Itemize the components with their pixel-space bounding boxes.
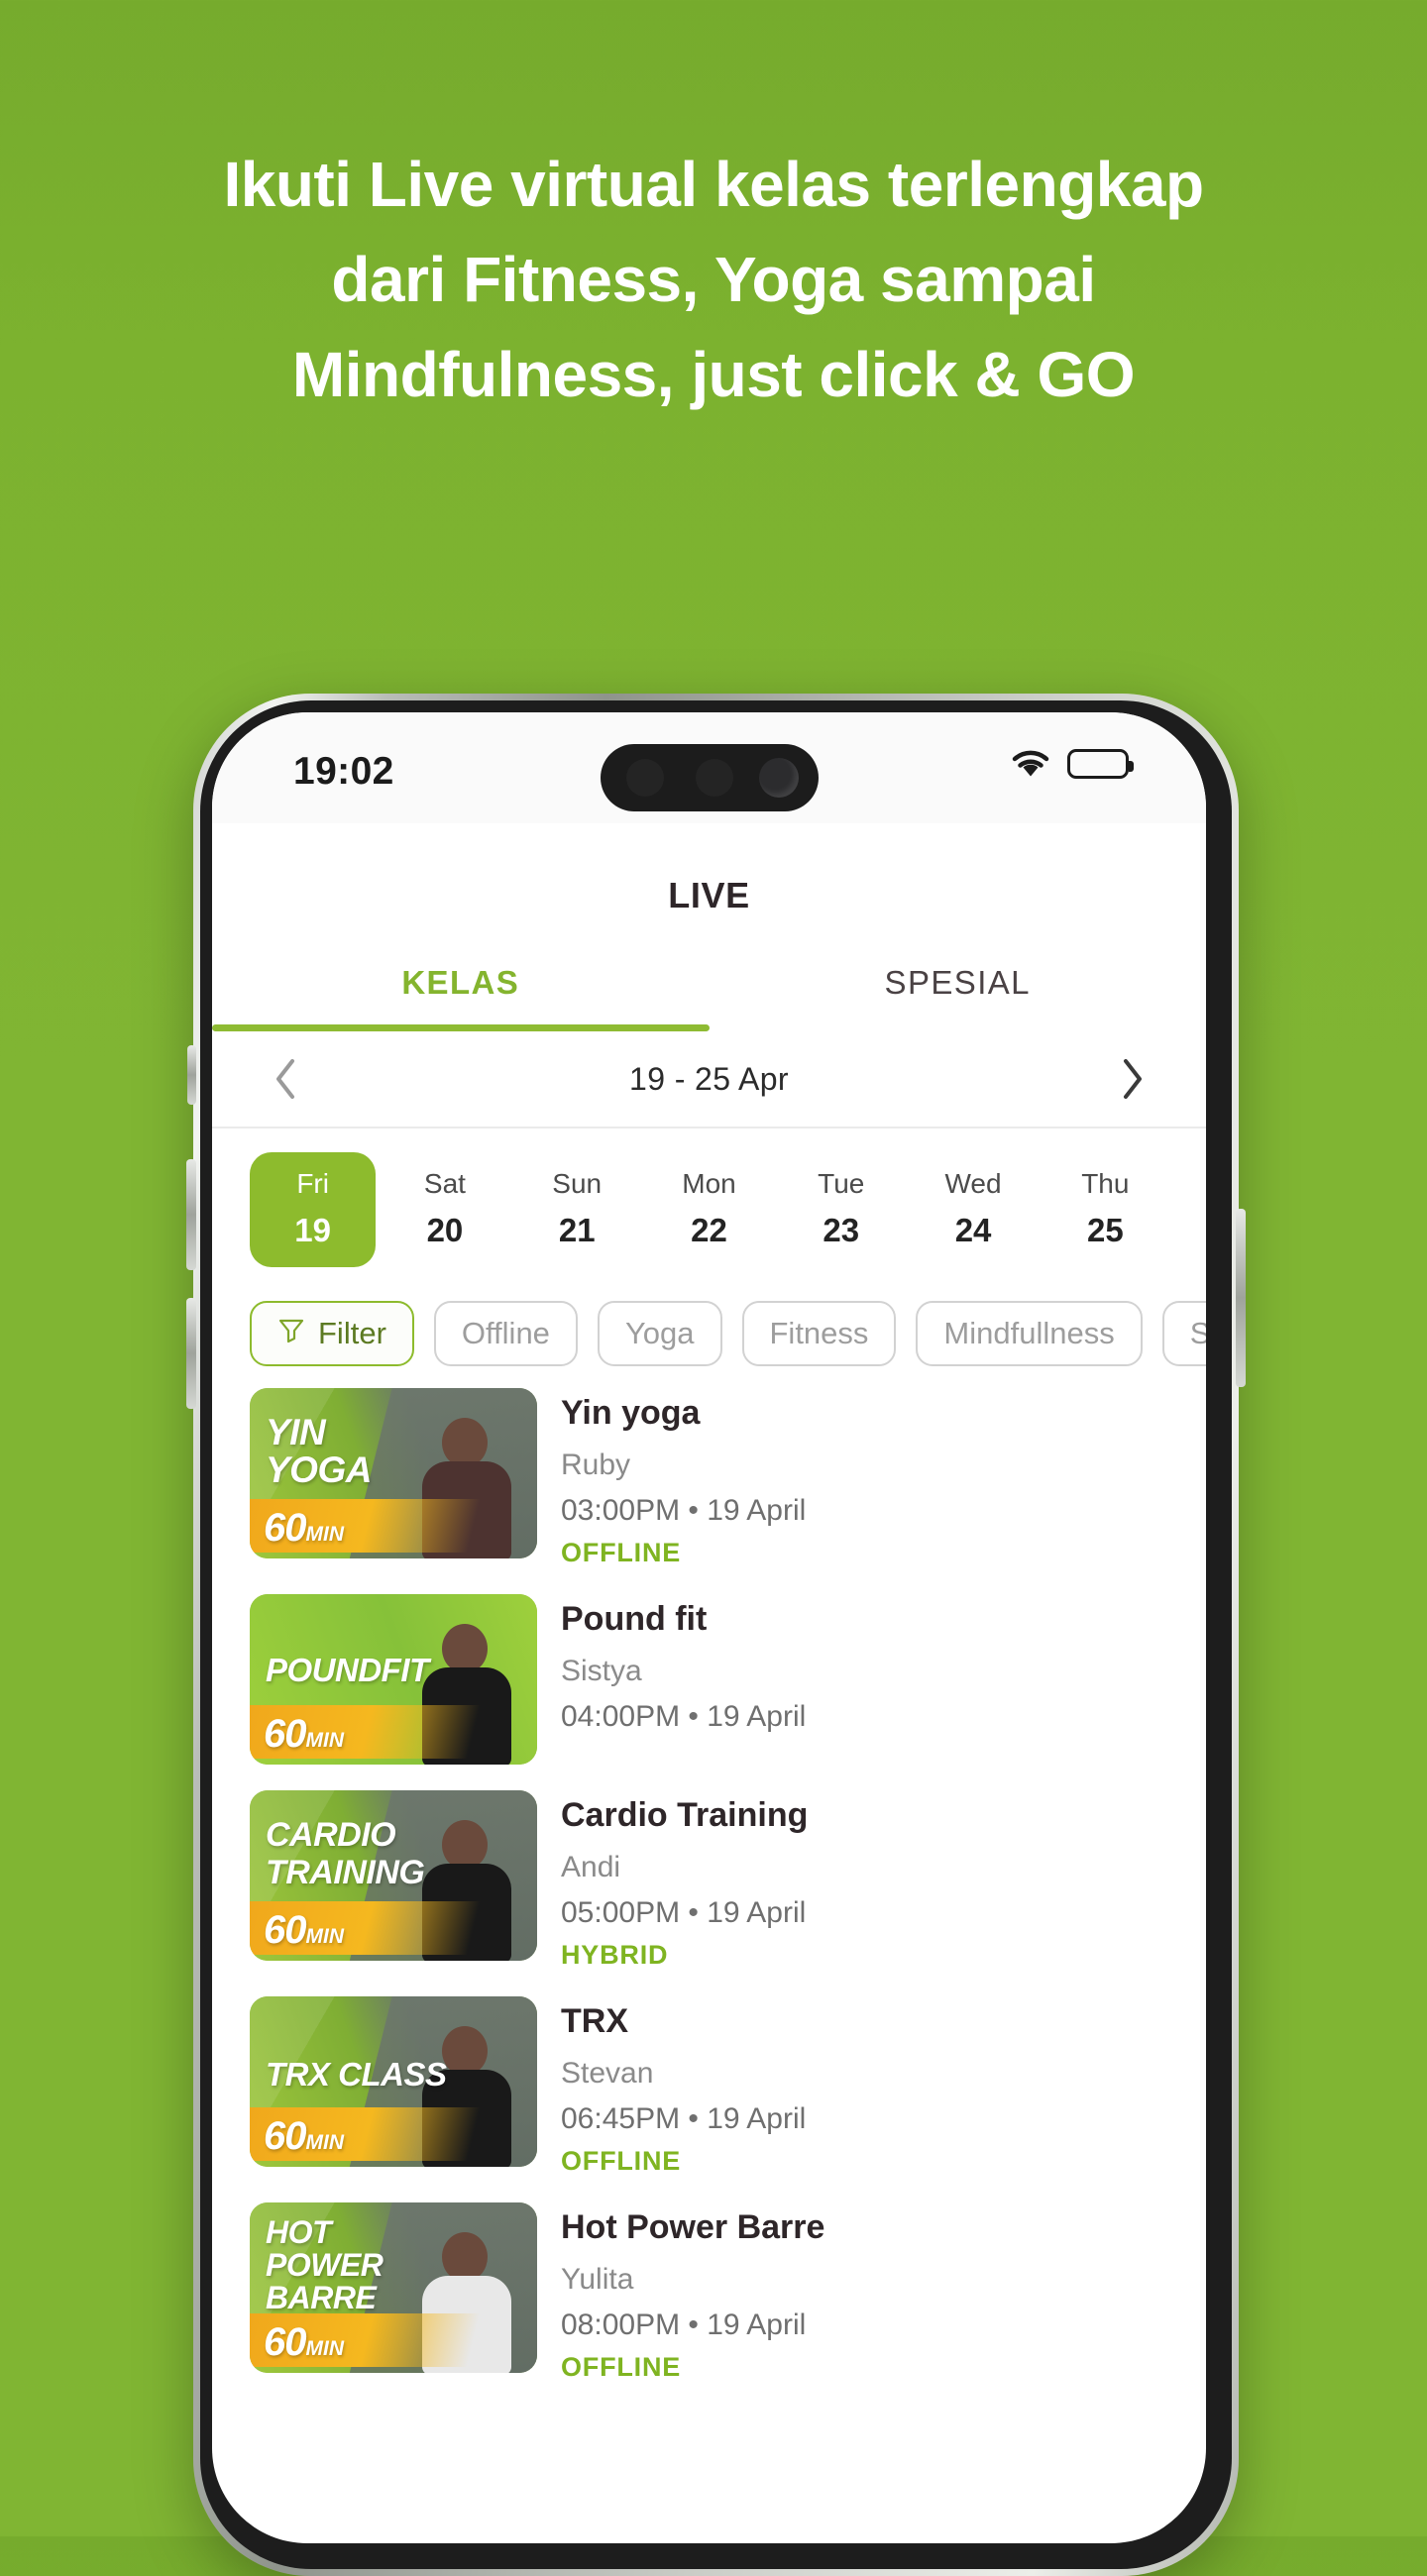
class-name: Pound fit bbox=[561, 1600, 708, 1638]
class-list: YIN YOGA 60MIN Yin yoga Ruby 03:00PM • 19… bbox=[212, 1388, 1206, 2383]
chevron-left-icon[interactable] bbox=[264, 1057, 307, 1101]
day-number: 21 bbox=[558, 1212, 596, 1248]
thumbnail-duration: 60MIN bbox=[264, 1506, 344, 1550]
list-item[interactable]: YIN YOGA 60MIN Yin yoga Ruby 03:00PM • 19… bbox=[250, 1388, 1206, 1568]
battery-icon bbox=[1067, 749, 1134, 779]
list-item[interactable]: POUNDFIT 60MIN Pound fit Sistya 04:00PM … bbox=[250, 1594, 1206, 1765]
day-number: 20 bbox=[426, 1212, 464, 1248]
chip-mindfullness[interactable]: Mindfullness bbox=[916, 1301, 1143, 1366]
thumbnail-duration: 60MIN bbox=[264, 2320, 344, 2364]
class-time: 08:00PM • 19 April bbox=[561, 2308, 807, 2341]
list-item[interactable]: CARDIO TRAINING 60MIN Cardio Training And… bbox=[250, 1790, 1206, 1971]
list-item[interactable]: TRX CLASS 60MIN TRX Stevan 06:45PM • 19 … bbox=[250, 1996, 1206, 2177]
filter-label: Filter bbox=[318, 1316, 386, 1350]
class-thumbnail: TRX CLASS 60MIN bbox=[250, 1996, 537, 2167]
day-item-mon[interactable]: Mon 22 bbox=[646, 1152, 772, 1267]
day-label: Sat bbox=[423, 1168, 466, 1199]
day-number: 25 bbox=[1086, 1212, 1124, 1248]
thumbnail-title: POUNDFIT bbox=[266, 1652, 429, 1688]
week-range-label: 19 - 25 Apr bbox=[629, 1060, 789, 1097]
class-instructor: Yulita bbox=[561, 2263, 634, 2296]
volume-up-button[interactable] bbox=[186, 1159, 196, 1270]
status-badge: HYBRID bbox=[561, 1940, 669, 1970]
dynamic-island bbox=[600, 744, 819, 811]
day-label: Fri bbox=[296, 1168, 329, 1199]
class-time: 06:45PM • 19 April bbox=[561, 2102, 807, 2135]
day-item-tue[interactable]: Tue 23 bbox=[778, 1152, 904, 1267]
day-item-sun[interactable]: Sun 21 bbox=[514, 1152, 640, 1267]
tab-bar: KELAS SPESIAL bbox=[212, 964, 1206, 1031]
tab-active-indicator bbox=[212, 1024, 710, 1031]
thumbnail-title: TRX CLASS bbox=[266, 2056, 447, 2093]
day-label: Thu bbox=[1081, 1168, 1130, 1199]
day-number: 19 bbox=[294, 1212, 331, 1248]
status-indicators bbox=[1010, 748, 1134, 780]
chevron-right-icon[interactable] bbox=[1111, 1057, 1154, 1101]
headline-line-2: dari Fitness, Yoga sampai bbox=[331, 244, 1096, 315]
power-button[interactable] bbox=[1236, 1209, 1246, 1387]
class-thumbnail: HOT POWER BARRE 60MIN bbox=[250, 2202, 537, 2373]
chip-fitness[interactable]: Fitness bbox=[741, 1301, 897, 1366]
day-label: Mon bbox=[682, 1168, 736, 1199]
day-label: Wed bbox=[944, 1168, 1002, 1199]
volume-down-button[interactable] bbox=[186, 1298, 196, 1409]
class-name: Yin yoga bbox=[561, 1394, 701, 1432]
class-instructor: Stevan bbox=[561, 2057, 654, 2090]
day-item-sat[interactable]: Sat 20 bbox=[382, 1152, 507, 1267]
filter-button[interactable]: Filter bbox=[250, 1301, 414, 1366]
face-id-dot-icon bbox=[695, 759, 733, 797]
mute-switch-button[interactable] bbox=[187, 1045, 196, 1105]
thumbnail-title: HOT POWER BARRE bbox=[266, 2214, 384, 2315]
chip-skill[interactable]: Sk bbox=[1161, 1301, 1206, 1366]
thumbnail-duration: 60MIN bbox=[264, 1712, 344, 1756]
thumbnail-title: CARDIO TRAINING bbox=[266, 1816, 425, 1891]
headline-line-3: Mindfulness, just click & GO bbox=[291, 339, 1136, 410]
status-badge: OFFLINE bbox=[561, 2352, 682, 2382]
class-instructor: Andi bbox=[561, 1851, 621, 1883]
chip-yoga[interactable]: Yoga bbox=[597, 1301, 722, 1366]
class-name: TRX bbox=[561, 2002, 628, 2040]
day-number: 24 bbox=[954, 1212, 992, 1248]
week-navigator: 19 - 25 Apr bbox=[212, 1031, 1206, 1128]
front-camera-icon bbox=[758, 758, 799, 798]
day-number: 23 bbox=[823, 1212, 860, 1248]
class-thumbnail: YIN YOGA 60MIN bbox=[250, 1388, 537, 1558]
phone-screen: 19:02 LIVE KELAS SPESIAL 19 - 25 Apr Fri… bbox=[212, 712, 1206, 2543]
filter-icon bbox=[277, 1316, 305, 1351]
day-item-fri[interactable]: Fri 19 bbox=[250, 1152, 377, 1267]
class-time: 03:00PM • 19 April bbox=[561, 1494, 807, 1527]
class-name: Hot Power Barre bbox=[561, 2208, 825, 2246]
day-selector: Fri 19 Sat 20 Sun 21 Mon 22 Tue 23 Wed 2… bbox=[212, 1128, 1206, 1289]
class-instructor: Sistya bbox=[561, 1655, 642, 1687]
day-item-thu[interactable]: Thu 25 bbox=[1043, 1152, 1168, 1267]
class-thumbnail: POUNDFIT 60MIN bbox=[250, 1594, 537, 1765]
tab-kelas[interactable]: KELAS bbox=[212, 964, 710, 1031]
headline-line-1: Ikuti Live virtual kelas terlengkap bbox=[223, 149, 1204, 220]
sensor-dot-icon bbox=[625, 759, 664, 797]
day-label: Sun bbox=[552, 1168, 603, 1199]
chip-offline[interactable]: Offline bbox=[433, 1301, 578, 1366]
list-item[interactable]: HOT POWER BARRE 60MIN Hot Power Barre Yuli… bbox=[250, 2202, 1206, 2383]
thumbnail-title: YIN YOGA bbox=[266, 1412, 372, 1490]
day-item-wed[interactable]: Wed 24 bbox=[910, 1152, 1036, 1267]
phone-mockup: 19:02 LIVE KELAS SPESIAL 19 - 25 Apr Fri… bbox=[186, 694, 1246, 2576]
promo-headline: Ikuti Live virtual kelas terlengkap dari… bbox=[0, 137, 1427, 422]
class-instructor: Ruby bbox=[561, 1449, 631, 1481]
filter-chip-row: Filter Offline Yoga Fitness Mindfullness… bbox=[212, 1289, 1206, 1388]
status-badge: OFFLINE bbox=[561, 1538, 682, 1567]
status-bar: 19:02 bbox=[212, 712, 1206, 823]
tab-spesial[interactable]: SPESIAL bbox=[710, 964, 1207, 1031]
day-label: Tue bbox=[818, 1168, 865, 1199]
class-thumbnail: CARDIO TRAINING 60MIN bbox=[250, 1790, 537, 1961]
thumbnail-duration: 60MIN bbox=[264, 2114, 344, 2158]
day-number: 22 bbox=[691, 1212, 727, 1248]
class-time: 05:00PM • 19 April bbox=[561, 1896, 807, 1929]
page-title: LIVE bbox=[668, 875, 750, 915]
status-time: 19:02 bbox=[293, 750, 394, 793]
wifi-icon bbox=[1010, 748, 1051, 780]
class-time: 04:00PM • 19 April bbox=[561, 1700, 807, 1733]
class-name: Cardio Training bbox=[561, 1796, 809, 1834]
status-badge: OFFLINE bbox=[561, 2146, 682, 2176]
thumbnail-duration: 60MIN bbox=[264, 1908, 344, 1952]
